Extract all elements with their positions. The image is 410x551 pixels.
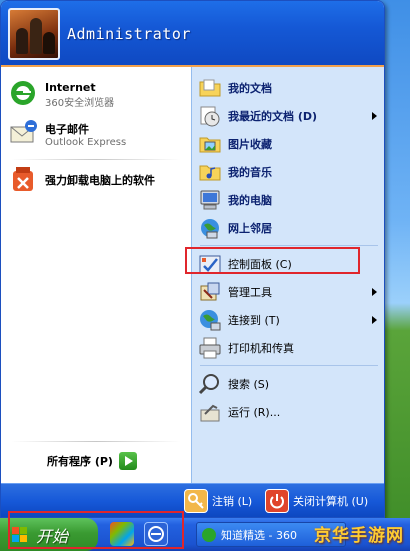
right-item-network-places[interactable]: 网上邻居 [198,215,381,241]
right-item-label: 我最近的文档 (D) [228,110,318,123]
taskbar-window-label: 知道精选 - 360 [221,528,297,542]
my-documents-icon [198,76,222,100]
right-item-recent-documents[interactable]: 我最近的文档 (D) [198,103,381,129]
right-item-connect-to[interactable]: 连接到 (T) [198,307,381,333]
key-icon [184,489,208,513]
connect-to-icon [198,308,222,332]
network-places-icon [198,216,222,240]
right-item-label: 打印机和传真 [228,342,294,355]
right-item-run[interactable]: 运行 (R)... [198,399,381,425]
right-separator [200,365,378,366]
my-music-icon [198,160,222,184]
power-icon [265,489,289,513]
pinned-item-subtitle: Outlook Express [45,137,127,148]
user-name: Administrator [67,25,191,43]
chess-piece-icon [30,18,42,54]
right-item-label: 我的音乐 [228,166,272,179]
logoff-button[interactable]: 注销 (L) [184,489,252,513]
submenu-arrow-icon [372,316,377,324]
right-item-label: 运行 (R)... [228,406,281,419]
all-programs-label: 所有程序 (P) [47,455,113,468]
right-item-search[interactable]: 搜索 (S) [198,371,381,397]
pinned-item-subtitle: 360安全浏览器 [45,98,115,109]
green-arrow-icon [118,452,137,470]
my-pictures-icon [198,132,222,156]
right-item-label: 我的文档 [228,82,272,95]
recent-documents-icon [198,104,222,128]
printers-icon [198,336,222,360]
recent-item-title: 强力卸载电脑上的软件 [45,174,155,187]
chess-piece-icon [16,28,28,54]
right-item-my-pictures[interactable]: 图片收藏 [198,131,381,157]
right-item-my-music[interactable]: 我的音乐 [198,159,381,185]
start-menu-header: Administrator [1,1,384,67]
pinned-item-title: 电子邮件 [45,123,89,136]
chess-piece-icon [43,32,55,54]
search-icon [198,372,222,396]
submenu-arrow-icon [372,288,377,296]
right-item-my-documents[interactable]: 我的文档 [198,75,381,101]
browser-icon [202,527,216,542]
right-item-label: 管理工具 [228,286,272,299]
right-item-printers[interactable]: 打印机和传真 [198,335,381,361]
pinned-item-internet[interactable]: Internet 360安全浏览器 [7,77,189,113]
right-item-label: 我的电脑 [228,194,272,207]
right-item-label: 网上邻居 [228,222,272,235]
right-separator [200,245,378,246]
admin-tools-icon [198,280,222,304]
all-programs-button[interactable]: 所有程序 (P) [47,452,137,470]
uninstall-icon [7,163,39,195]
pinned-item-email[interactable]: 电子邮件 Outlook Express [7,117,189,153]
email-icon [7,117,39,149]
left-pane: Internet 360安全浏览器 电子邮件 Outlook Express 强… [1,67,191,483]
watermark-text: 京华手游网 [314,526,404,546]
pinned-separator [11,159,181,160]
my-computer-icon [198,188,222,212]
pinned-item-title: Internet [45,81,96,94]
shutdown-label: 关闭计算机 (U) [293,495,369,508]
right-item-label: 图片收藏 [228,138,272,151]
run-icon [198,400,222,424]
user-avatar[interactable] [8,8,60,60]
right-item-admin-tools[interactable]: 管理工具 [198,279,381,305]
submenu-arrow-icon [372,112,377,120]
right-item-label: 搜索 (S) [228,378,270,391]
right-item-my-computer[interactable]: 我的电脑 [198,187,381,213]
logoff-label: 注销 (L) [212,495,253,508]
highlight-taskbar-start [8,511,184,549]
right-item-label: 连接到 (T) [228,314,280,327]
shutdown-button[interactable]: 关闭计算机 (U) [265,489,368,513]
ie-browser-icon [7,77,39,109]
right-pane: 我的文档 我最近的文档 (D) 图片收藏 我的音乐 我的电脑 网上邻居 控制面板… [191,67,384,483]
all-programs-separator [11,441,181,442]
highlight-control-panel [185,247,360,274]
recent-item-uninstall[interactable]: 强力卸载电脑上的软件 [7,163,189,199]
